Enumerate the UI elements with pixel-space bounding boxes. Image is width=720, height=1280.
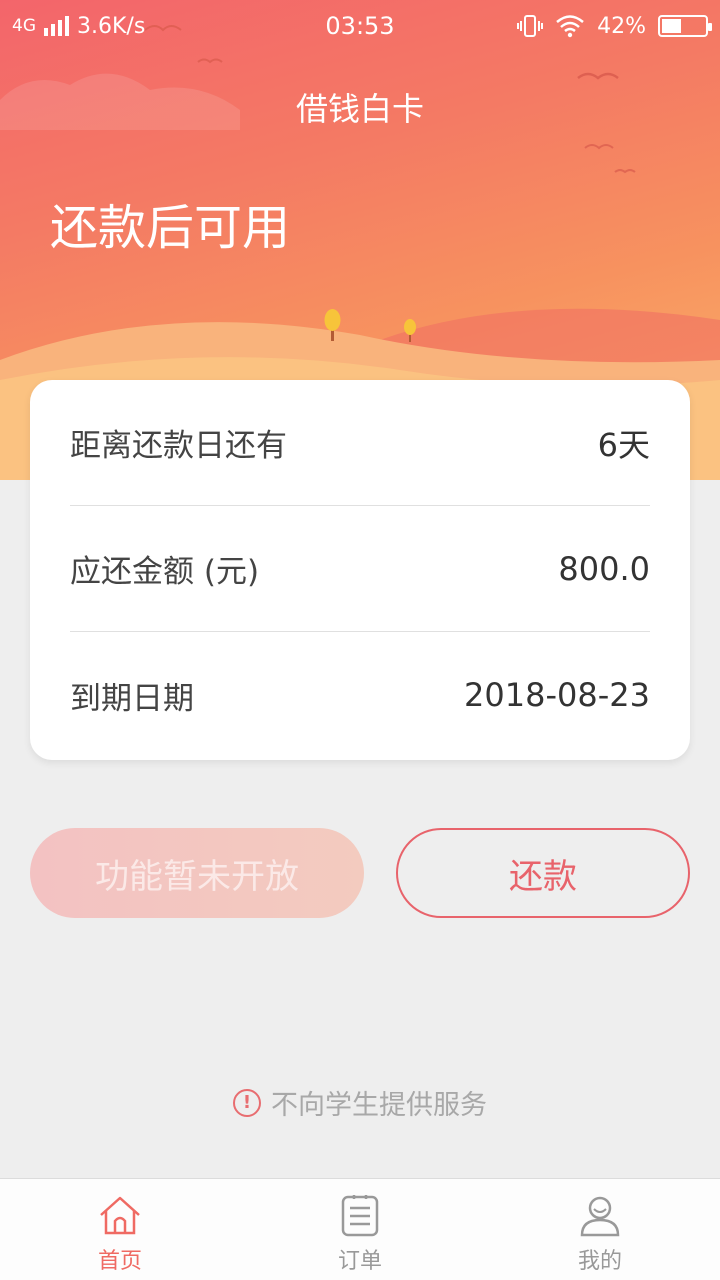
status-bar: 4G 3.6K/s 03:53 42%: [0, 0, 720, 52]
credit-status-text: 还款后可用: [50, 200, 291, 256]
row-value: 6天: [597, 425, 650, 464]
row-label: 应还金额 (元): [70, 554, 260, 590]
tab-label: 我的: [577, 1249, 622, 1274]
signal-icon: [44, 16, 69, 36]
row-label: 距离还款日还有: [70, 428, 287, 464]
row-value: 2018-08-23: [464, 676, 650, 714]
row-label: 到期日期: [70, 680, 194, 717]
repayment-card: 距离还款日还有 6天 应还金额 (元) 800.0 到期日期 2018-08-2…: [30, 380, 690, 760]
tab-label: 订单: [337, 1249, 382, 1274]
network-speed: 3.6K/s: [77, 13, 146, 39]
student-notice: ! 不向学生提供服务: [0, 1083, 720, 1122]
screen: 4G 3.6K/s 03:53 42% 借钱白卡 还款后可用 距离还款日还有 6…: [0, 0, 720, 1280]
battery-percent: 42%: [597, 13, 646, 39]
feature-unavailable-button[interactable]: 功能暂未开放: [30, 828, 364, 918]
tab-profile[interactable]: 我的: [480, 1179, 720, 1280]
battery-icon: [658, 15, 712, 37]
network-type: 4G: [12, 16, 36, 36]
due-date-row: 到期日期 2018-08-23: [70, 632, 650, 758]
days-until-due-row: 距离还款日还有 6天: [70, 380, 650, 506]
row-value: 800.0: [558, 549, 650, 588]
repay-button[interactable]: 还款: [396, 828, 690, 918]
notice-text: 不向学生提供服务: [271, 1090, 487, 1121]
home-icon: [100, 1196, 140, 1235]
tab-orders[interactable]: 订单: [240, 1179, 480, 1280]
exclamation-icon: !: [233, 1088, 261, 1117]
amount-due-row: 应还金额 (元) 800.0: [70, 506, 650, 632]
vibrate-icon: [517, 15, 544, 37]
wifi-icon: [556, 15, 584, 38]
tab-home[interactable]: 首页: [0, 1179, 240, 1280]
tab-label: 首页: [97, 1249, 142, 1274]
clock: 03:53: [325, 12, 395, 40]
app-title: 借钱白卡: [295, 90, 424, 128]
bottom-tab-bar: 首页 订单 我的: [0, 1178, 720, 1280]
user-icon: [580, 1196, 620, 1237]
document-icon: [341, 1195, 379, 1237]
